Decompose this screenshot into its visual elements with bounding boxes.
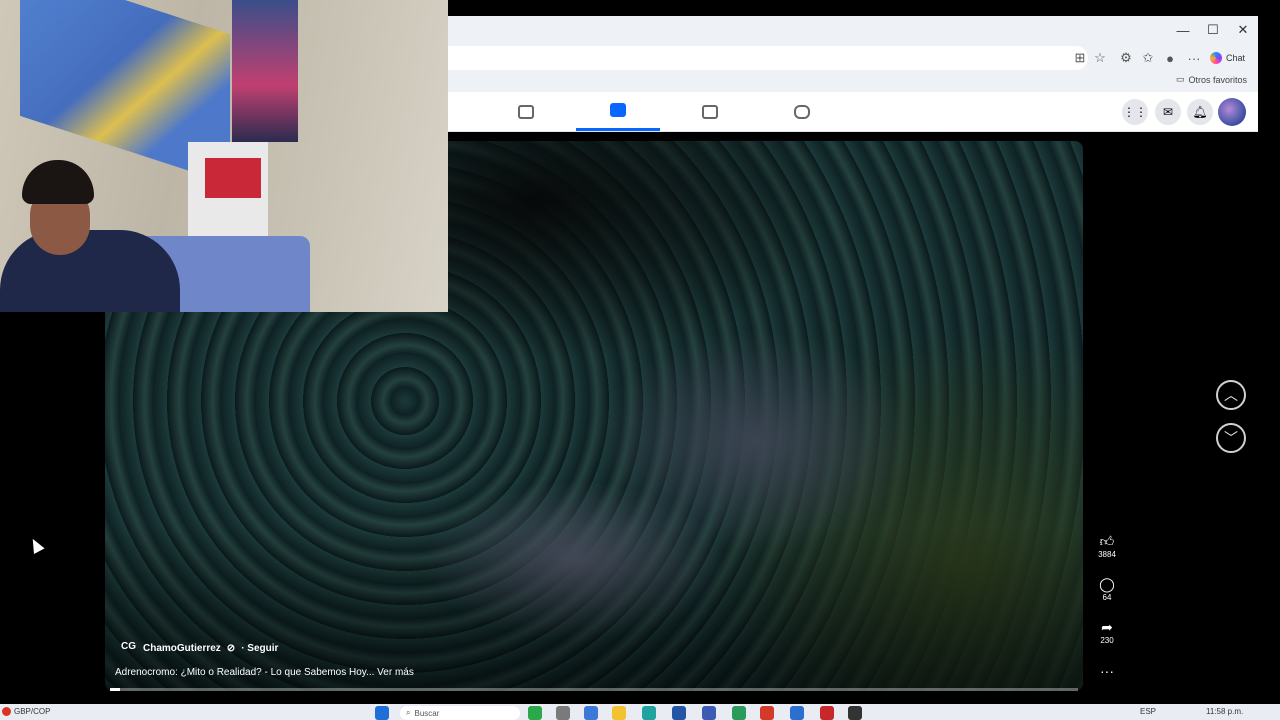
favorites-folder-label: Otros favoritos xyxy=(1188,74,1248,85)
messenger-button[interactable]: ✉ xyxy=(1155,99,1181,125)
app-icon-5[interactable] xyxy=(848,706,862,720)
verified-icon: ⊘ xyxy=(226,642,236,654)
chat-label: Chat xyxy=(1226,53,1246,63)
tab-video[interactable] xyxy=(576,92,660,131)
previous-reel-button[interactable]: ︿ xyxy=(1216,380,1246,410)
widgets-app-icon[interactable] xyxy=(528,706,542,720)
share-icon: ➦ xyxy=(1101,618,1113,635)
app-icon-2[interactable] xyxy=(732,706,746,720)
thumbs-up-icon: 👍︎ xyxy=(1099,532,1115,549)
alert-icon xyxy=(2,707,11,716)
account-avatar[interactable] xyxy=(1218,98,1246,126)
gaming-icon xyxy=(794,104,810,119)
tab-home[interactable] xyxy=(484,92,568,131)
folder-icon: ▭ xyxy=(1176,74,1185,84)
tab-marketplace[interactable] xyxy=(668,92,752,131)
channel-name[interactable]: ChamoGutierrez xyxy=(143,643,221,654)
favorites-bar xyxy=(448,72,1258,92)
start-icon[interactable] xyxy=(375,706,389,720)
maximize-button[interactable]: ☐ xyxy=(1198,16,1228,44)
copilot-chat-button[interactable]: Chat xyxy=(1210,48,1245,68)
search-icon: ⌕ xyxy=(406,708,411,717)
minimize-button[interactable]: — xyxy=(1168,16,1198,44)
gmail-icon[interactable] xyxy=(760,706,774,720)
app-icon-1[interactable] xyxy=(702,706,716,720)
more-dots-icon: ··· xyxy=(1100,663,1114,679)
windows-taskbar xyxy=(0,704,1280,720)
edge-browser-icon[interactable] xyxy=(642,706,656,720)
address-input[interactable] xyxy=(448,46,1088,70)
profile-icon[interactable]: ● xyxy=(1160,48,1180,68)
video-caption[interactable]: Adrenocromo: ¿Mito o Realidad? - Lo que … xyxy=(115,667,414,678)
red-box xyxy=(205,158,261,198)
video-progress-fill xyxy=(110,688,120,691)
chevron-down-icon: ﹀ xyxy=(1224,430,1238,446)
app-icon-3[interactable] xyxy=(790,706,804,720)
person-hair xyxy=(22,160,94,204)
tab-gaming[interactable] xyxy=(760,92,844,131)
video-icon xyxy=(610,103,626,117)
follow-button[interactable]: · Seguir xyxy=(241,643,278,654)
weather-label: GBP/COP xyxy=(14,707,51,716)
share-action[interactable]: ➦ 230 xyxy=(1094,618,1120,646)
taskbar-search[interactable]: ⌕ Buscar xyxy=(400,706,520,720)
close-button[interactable]: ✕ xyxy=(1228,16,1258,44)
bell-icon: 🔔︎ xyxy=(1192,105,1208,119)
language-indicator[interactable]: ESP xyxy=(1140,707,1156,716)
webcam-overlay xyxy=(0,0,448,312)
more-action[interactable]: ··· xyxy=(1094,662,1120,680)
favorite-star-icon[interactable]: ☆ xyxy=(1090,48,1110,68)
channel-logo[interactable]: CG xyxy=(121,641,137,655)
favorites-icon[interactable]: ✩ xyxy=(1138,48,1158,68)
favorites-folder[interactable]: ▭ Otros favoritos xyxy=(1176,74,1247,85)
apps-icon[interactable]: ⊞ xyxy=(1070,48,1090,68)
like-action[interactable]: 👍︎ 3884 xyxy=(1094,532,1120,560)
menu-grid-button[interactable]: ⋮⋮ xyxy=(1122,99,1148,125)
more-options-icon[interactable]: ··· xyxy=(1184,48,1204,68)
next-reel-button[interactable]: ﹀ xyxy=(1216,423,1246,453)
person-body xyxy=(0,230,180,312)
notifications-button[interactable]: 🔔︎ xyxy=(1187,99,1213,125)
browser-titlebar xyxy=(448,16,1258,44)
copilot-icon xyxy=(1210,52,1222,64)
app-icon-4[interactable] xyxy=(820,706,834,720)
extensions-icon[interactable]: ⚙ xyxy=(1116,48,1136,68)
messenger-icon: ✉ xyxy=(1162,105,1174,119)
mouse-cursor xyxy=(27,536,45,554)
chevron-up-icon: ︿ xyxy=(1224,387,1238,403)
marketplace-icon xyxy=(702,104,718,119)
clock[interactable]: 11:58 p.m. xyxy=(1206,707,1243,716)
channel-row: CG ChamoGutierrez ⊘ · Seguir xyxy=(121,641,278,655)
video-progress-track[interactable] xyxy=(110,688,1078,691)
file-explorer-icon[interactable] xyxy=(612,706,626,720)
comment-icon: ◯ xyxy=(1099,575,1115,592)
like-count: 3884 xyxy=(1098,550,1116,559)
chat-app-icon[interactable] xyxy=(584,706,598,720)
grid-icon: ⋮⋮ xyxy=(1123,105,1147,119)
comment-action[interactable]: ◯ 64 xyxy=(1094,575,1120,603)
search-placeholder: Buscar xyxy=(414,708,440,718)
comment-count: 64 xyxy=(1102,593,1112,602)
wall-poster xyxy=(232,0,298,142)
home-icon xyxy=(518,104,534,119)
store-icon[interactable] xyxy=(672,706,686,720)
task-view-icon[interactable] xyxy=(556,706,570,720)
share-count: 230 xyxy=(1100,636,1114,645)
weather-widget[interactable]: GBP/COP xyxy=(2,707,50,716)
